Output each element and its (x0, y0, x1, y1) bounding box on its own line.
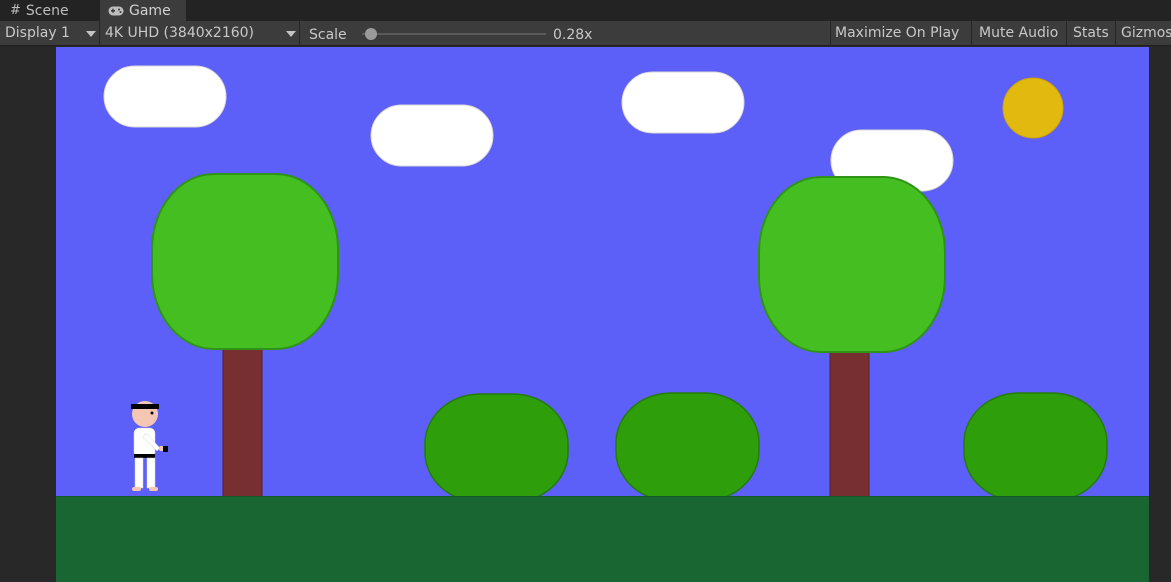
resolution-dropdown[interactable]: 4K UHD (3840x2160) (105, 21, 254, 45)
tree-crown (758, 176, 946, 353)
tree-trunk (222, 344, 263, 498)
divider (971, 21, 972, 46)
tab-game[interactable]: Game (100, 0, 186, 21)
window-tab-bar: # Scene Game (0, 0, 1171, 21)
divider (830, 21, 831, 46)
display-chevron-down-icon (86, 31, 96, 37)
bush (424, 393, 569, 503)
game-toolbar: Display 1 4K UHD (3840x2160) Scale 0.28x… (0, 21, 1171, 46)
divider (299, 21, 300, 46)
grid-icon: # (10, 2, 21, 18)
sun (1002, 77, 1064, 139)
game-scene (56, 47, 1149, 582)
divider (1115, 21, 1116, 46)
tab-scene[interactable]: # Scene (0, 0, 96, 21)
divider (99, 21, 100, 46)
ground (56, 496, 1149, 582)
headband (131, 404, 159, 409)
cloud (621, 71, 745, 134)
tree-crown (151, 173, 339, 350)
bush (615, 392, 760, 502)
scale-slider-track[interactable] (362, 33, 546, 35)
bush (963, 392, 1108, 502)
game-view[interactable] (56, 47, 1149, 582)
gamepad-icon (108, 6, 124, 15)
tab-scene-label: Scene (25, 2, 69, 19)
resolution-chevron-down-icon (286, 31, 296, 37)
player-leg (134, 457, 144, 489)
display-dropdown-label: Display 1 (5, 25, 70, 41)
display-dropdown[interactable]: Display 1 (5, 21, 70, 45)
gizmos-dropdown[interactable]: Gizmos (1121, 21, 1171, 45)
mute-audio-toggle[interactable]: Mute Audio (979, 21, 1058, 45)
tree-trunk (829, 346, 870, 500)
player-foot (132, 487, 141, 491)
black-belt (134, 454, 155, 458)
stats-toggle[interactable]: Stats (1073, 21, 1109, 45)
player-leg (146, 457, 156, 489)
scale-slider-thumb[interactable] (365, 28, 377, 40)
cloud (103, 65, 227, 128)
player-foot (149, 487, 158, 491)
resolution-dropdown-label: 4K UHD (3840x2160) (105, 25, 255, 41)
scale-label: Scale (309, 27, 347, 43)
tab-game-label: Game (129, 2, 171, 19)
divider (1066, 21, 1067, 46)
scale-value: 0.28x (553, 27, 593, 43)
cloud (370, 104, 494, 167)
maximize-on-play-toggle[interactable]: Maximize On Play (835, 21, 959, 45)
